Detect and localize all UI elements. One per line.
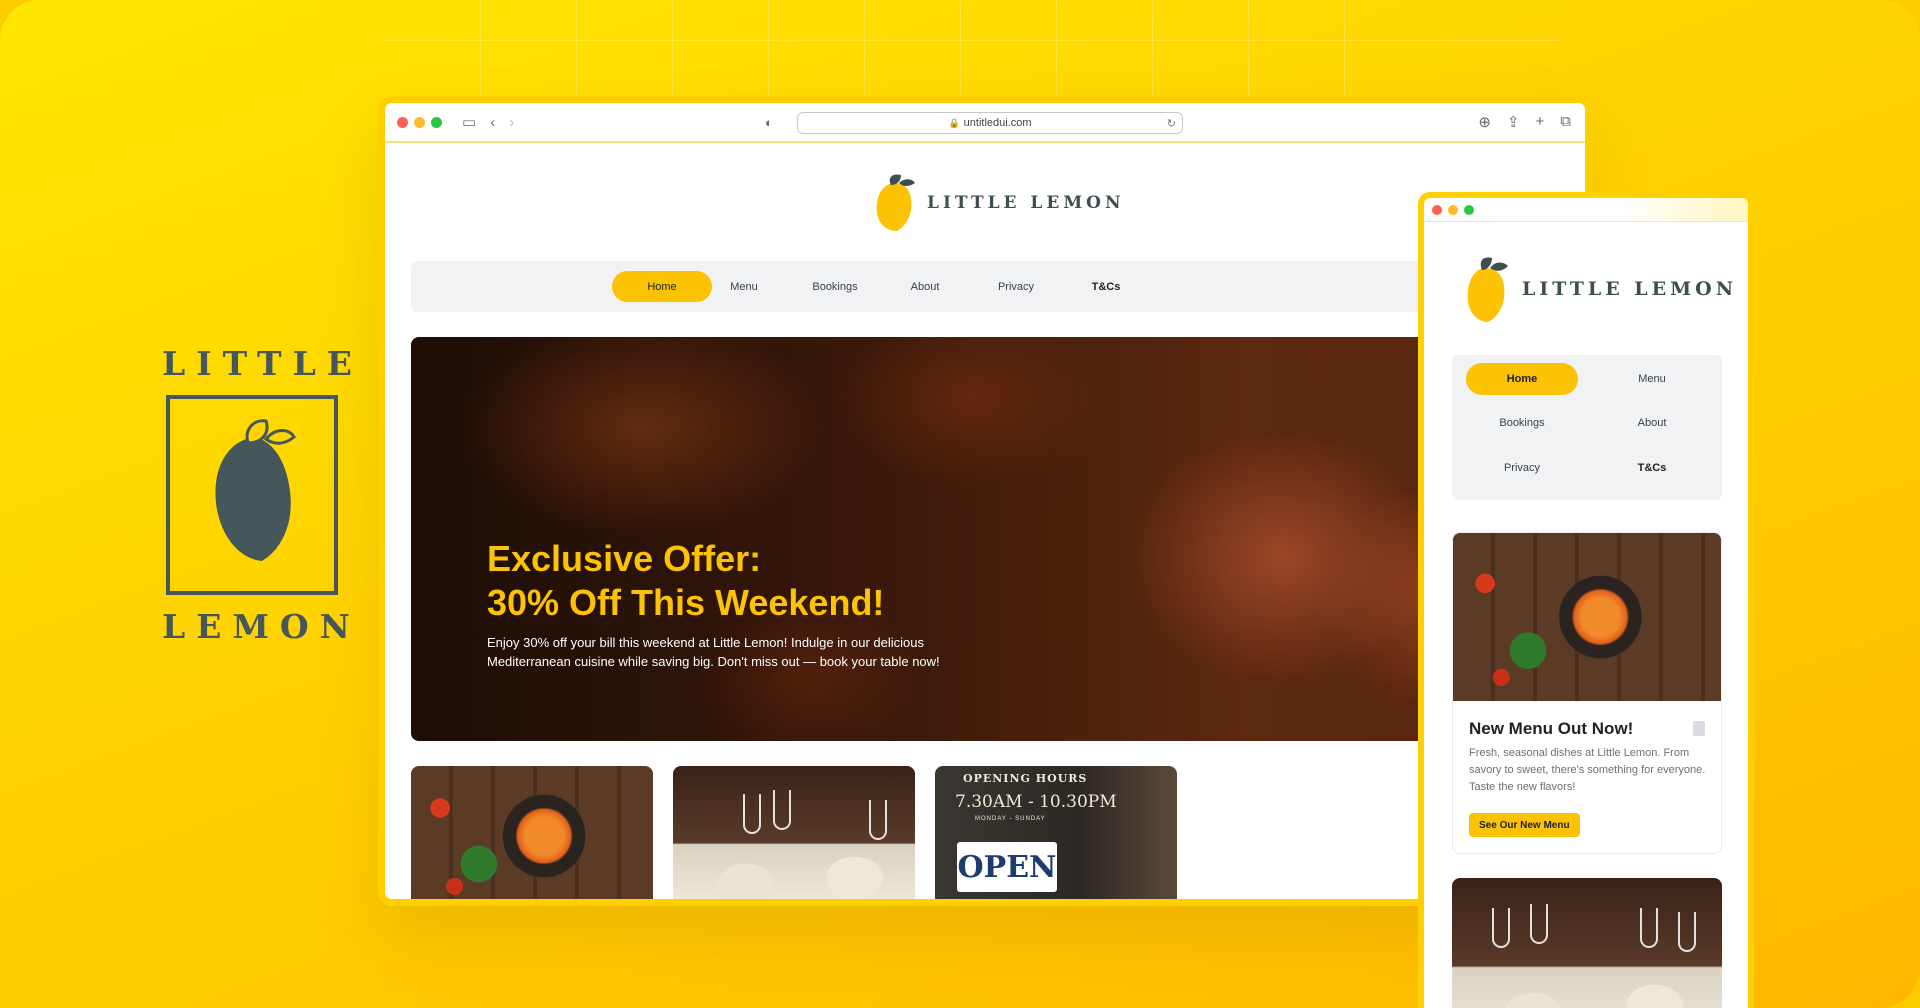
grid-line [1344,0,1345,110]
close-window-button[interactable] [1432,204,1442,215]
url-text: untitledui.com [963,117,1032,129]
grid-line [576,0,577,110]
mobile-nav-item-home[interactable]: Home [1466,363,1578,395]
hero-title-line-2: 30% Off This Weekend! [487,582,885,623]
mobile-logo-text: LITTLE LEMON [1522,278,1738,300]
wine-glass [773,790,791,830]
maximize-window-button[interactable] [431,116,442,128]
opening-hours-time: 7.30AM - 10.30PM [955,792,1117,812]
card-open-sign-image[interactable]: OPENING HOURS 7.30AM - 10.30PM MONDAY - … [935,766,1177,899]
address-bar[interactable]: 🔒 untitledui.com ↻ [797,112,1183,134]
hero-title-line-1: Exclusive Offer: [487,538,762,579]
mobile-navigation: Home Menu Bookings About Privacy T&Cs [1452,355,1722,500]
hero-description: Enjoy 30% off your bill this weekend at … [487,635,940,669]
site-logo-text: LITTLE LEMON [927,193,1125,213]
desktop-browser-window: ▭ ‹ › ◐ 🔒 untitledui.com ↻ ⊕ ⇪ + ⧉ LITTL… [378,96,1592,906]
wine-glass [1640,908,1658,948]
new-tab-icon[interactable]: + [1536,113,1545,131]
privacy-shield-icon[interactable]: ◐ [765,115,773,130]
lock-icon: 🔒 [948,117,960,128]
nav-item-menu[interactable]: Menu [694,271,794,302]
reload-icon[interactable]: ↻ [1167,117,1176,130]
nav-item-privacy[interactable]: Privacy [966,271,1066,302]
download-icon[interactable]: ⊕ [1478,113,1491,131]
minimize-window-button[interactable] [414,116,425,128]
tabs-overview-icon[interactable]: ⧉ [1560,113,1571,131]
see-new-menu-button[interactable]: See Our New Menu [1469,813,1580,837]
wine-glass [869,800,887,840]
browser-toolbar: ▭ ‹ › ◐ 🔒 untitledui.com ↻ ⊕ ⇪ + ⧉ [385,103,1585,143]
new-menu-title: New Menu Out Now! [1469,719,1634,738]
card-pasta-image[interactable] [411,766,653,899]
brand-word-bottom: LEMON [162,607,361,646]
mobile-nav-item-about[interactable]: About [1596,407,1708,439]
nav-item-bookings[interactable]: Bookings [785,271,885,302]
grid-line [380,40,1560,41]
grid-line [672,0,673,110]
grid-line [768,0,769,110]
card-restaurant-image[interactable] [673,766,915,899]
lemon-logo-icon [876,174,915,231]
grid-line [480,0,481,110]
hero-title: Exclusive Offer: 30% Off This Weekend! [487,537,1047,625]
mobile-restaurant-image[interactable] [1452,878,1722,1008]
lemon-logo-icon [1467,257,1508,322]
mobile-browser-window: LITTLE LEMON Home Menu Bookings About Pr… [1418,192,1754,1008]
share-icon[interactable]: ⇪ [1507,113,1520,131]
wine-glass [743,794,761,834]
new-menu-card: New Menu Out Now! Fresh, seasonal dishes… [1452,532,1722,854]
maximize-window-button[interactable] [1464,204,1474,215]
mobile-nav-item-bookings[interactable]: Bookings [1466,407,1578,439]
wine-glass [1530,904,1548,944]
opening-hours-title: OPENING HOURS [963,772,1088,785]
brand-frame [166,395,338,595]
grid-line [1056,0,1057,110]
nav-item-tcs[interactable]: T&Cs [1056,271,1156,302]
wine-glass [1492,908,1510,948]
mobile-window-toolbar [1424,198,1748,222]
mobile-nav-item-menu[interactable]: Menu [1596,363,1708,395]
mobile-nav-item-privacy[interactable]: Privacy [1466,452,1578,484]
new-menu-image [1453,533,1721,701]
toolbar-right-actions: ⊕ ⇪ + ⧉ [1478,113,1571,131]
open-sign: OPEN [957,842,1057,892]
hero-banner: Exclusive Offer: 30% Off This Weekend! E… [411,337,1585,741]
mobile-nav-item-tcs[interactable]: T&Cs [1596,452,1708,484]
website-page: LITTLE LEMON Home Menu Bookings About Pr… [385,143,1585,899]
forward-arrow-icon[interactable]: › [509,114,514,131]
opening-hours-days: MONDAY - SUNDAY [975,816,1046,822]
grid-line [1248,0,1249,110]
document-icon [1693,721,1705,736]
nav-item-about[interactable]: About [875,271,975,302]
promo-canvas: LITTLE LEMON ▭ ‹ › ◐ 🔒 untitledui.com ↻ [0,0,1920,1008]
grid-line [960,0,961,110]
brand-logo: LITTLE LEMON [162,344,363,646]
wine-glass [1678,912,1696,952]
back-arrow-icon[interactable]: ‹ [490,114,495,131]
grid-line [864,0,865,110]
close-window-button[interactable] [397,116,408,128]
minimize-window-button[interactable] [1448,204,1458,215]
sidebar-toggle-icon[interactable]: ▭ [462,113,476,131]
lemon-icon [215,419,296,561]
main-navigation: Home Menu Bookings About Privacy T&Cs [411,261,1585,312]
brand-word-top: LITTLE [162,344,363,383]
new-menu-description: Fresh, seasonal dishes at Little Lemon. … [1469,747,1706,793]
site-logo[interactable]: LITTLE LEMON [873,173,1125,233]
grid-line [1152,0,1153,110]
mobile-site-logo[interactable]: LITTLE LEMON [1464,254,1737,324]
